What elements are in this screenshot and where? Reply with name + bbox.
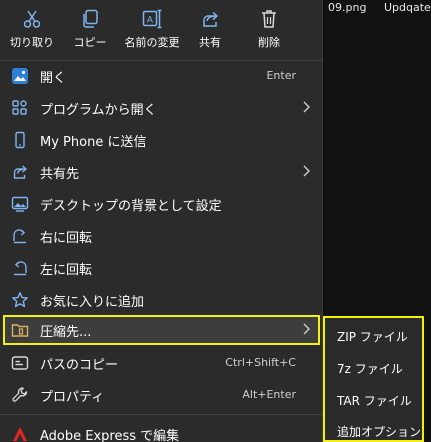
shortcut-text: Enter: [266, 69, 296, 82]
menu-item-label: 共有先: [40, 167, 80, 182]
menu-item-properties[interactable]: プロパティ Alt+Enter: [4, 380, 319, 410]
copy-icon: [83, 9, 98, 28]
quick-action-bar: 切り取り コピー A 名前の変更 共有 削除: [0, 0, 323, 58]
delete-button[interactable]: 削除: [241, 6, 297, 54]
menu-item-add-to-favorites[interactable]: お気に入りに追加: [4, 285, 319, 315]
rotate-right-icon: [13, 229, 26, 244]
rename-label: 名前の変更: [124, 36, 180, 49]
delete-label: 削除: [258, 36, 280, 49]
menu-item-open-with[interactable]: プログラムから開く: [4, 93, 319, 123]
star-icon: [12, 292, 28, 308]
open-with-icon: [12, 100, 27, 115]
menu-item-open[interactable]: 開く Enter: [4, 61, 319, 91]
copy-button[interactable]: コピー: [60, 6, 120, 54]
copy-path-icon: [11, 356, 29, 370]
menu-item-label: お気に入りに追加: [40, 295, 145, 310]
svg-text:A: A: [147, 16, 154, 26]
chevron-right-icon: [303, 101, 310, 113]
rename-button[interactable]: A 名前の変更: [118, 6, 186, 54]
chevron-right-icon: [303, 323, 310, 335]
menu-item-label: Adobe Express で編集: [40, 429, 180, 442]
scissors-icon: [23, 10, 41, 28]
menu-item-copy-path[interactable]: パスのコピー Ctrl+Shift+C: [4, 348, 319, 378]
share-icon: [13, 165, 28, 179]
divider: [0, 414, 323, 415]
trash-icon: [262, 10, 276, 28]
menu-item-label: 左に回転: [40, 263, 93, 278]
cut-button[interactable]: 切り取り: [4, 6, 60, 54]
menu-item-label: デスクトップの背景として設定: [40, 199, 222, 214]
compress-submenu: ZIP ファイル 7z ファイル TAR ファイル 追加オプション: [323, 316, 424, 442]
adobe-icon: [13, 427, 27, 441]
menu-item-compress-to[interactable]: 圧縮先...: [3, 315, 320, 345]
share-label: 共有: [199, 36, 221, 49]
cut-label: 切り取り: [10, 36, 54, 49]
menu-item-label: プログラムから開く: [40, 103, 157, 118]
background-file-name[interactable]: Updqatec: [384, 1, 431, 14]
menu-item-set-wallpaper[interactable]: デスクトップの背景として設定: [4, 189, 319, 219]
background-file-strip: 09.png Updqatec: [322, 0, 431, 22]
submenu-item-zip[interactable]: ZIP ファイル: [337, 328, 408, 345]
shortcut-text: Ctrl+Shift+C: [225, 356, 296, 369]
menu-item-label: 圧縮先...: [40, 325, 92, 340]
context-menu: 切り取り コピー A 名前の変更 共有 削除 開く Enter プログラムから開…: [0, 0, 323, 442]
submenu-item-7z[interactable]: 7z ファイル: [337, 360, 403, 377]
submenu-item-tar[interactable]: TAR ファイル: [337, 392, 412, 409]
menu-item-label: プロパティ: [40, 390, 105, 405]
menu-item-rotate-right[interactable]: 右に回転: [4, 221, 319, 251]
menu-item-label: My Phone に送信: [40, 135, 147, 150]
menu-item-rotate-left[interactable]: 左に回転: [4, 253, 319, 283]
wallpaper-icon: [11, 196, 29, 212]
shortcut-text: Alt+Enter: [242, 388, 296, 401]
share-icon: [203, 11, 219, 27]
rotate-left-icon: [14, 261, 27, 276]
menu-item-send-to-phone[interactable]: My Phone に送信: [4, 125, 319, 155]
menu-item-label: 開く: [40, 71, 67, 86]
wrench-icon: [12, 387, 28, 402]
menu-item-share-with[interactable]: 共有先: [4, 157, 319, 187]
photos-app-icon: [12, 68, 28, 84]
rename-icon: A: [142, 9, 162, 29]
share-button[interactable]: 共有: [182, 6, 238, 54]
menu-item-label: 右に回転: [40, 231, 93, 246]
background-file-name[interactable]: 09.png: [328, 1, 366, 14]
chevron-right-icon: [303, 165, 310, 177]
menu-item-adobe-express[interactable]: Adobe Express で編集: [4, 419, 319, 442]
copy-label: コピー: [73, 36, 107, 49]
phone-icon: [15, 131, 25, 149]
menu-item-label: パスのコピー: [40, 358, 119, 373]
submenu-item-more-options[interactable]: 追加オプション: [337, 423, 421, 440]
archive-icon: [11, 324, 29, 337]
